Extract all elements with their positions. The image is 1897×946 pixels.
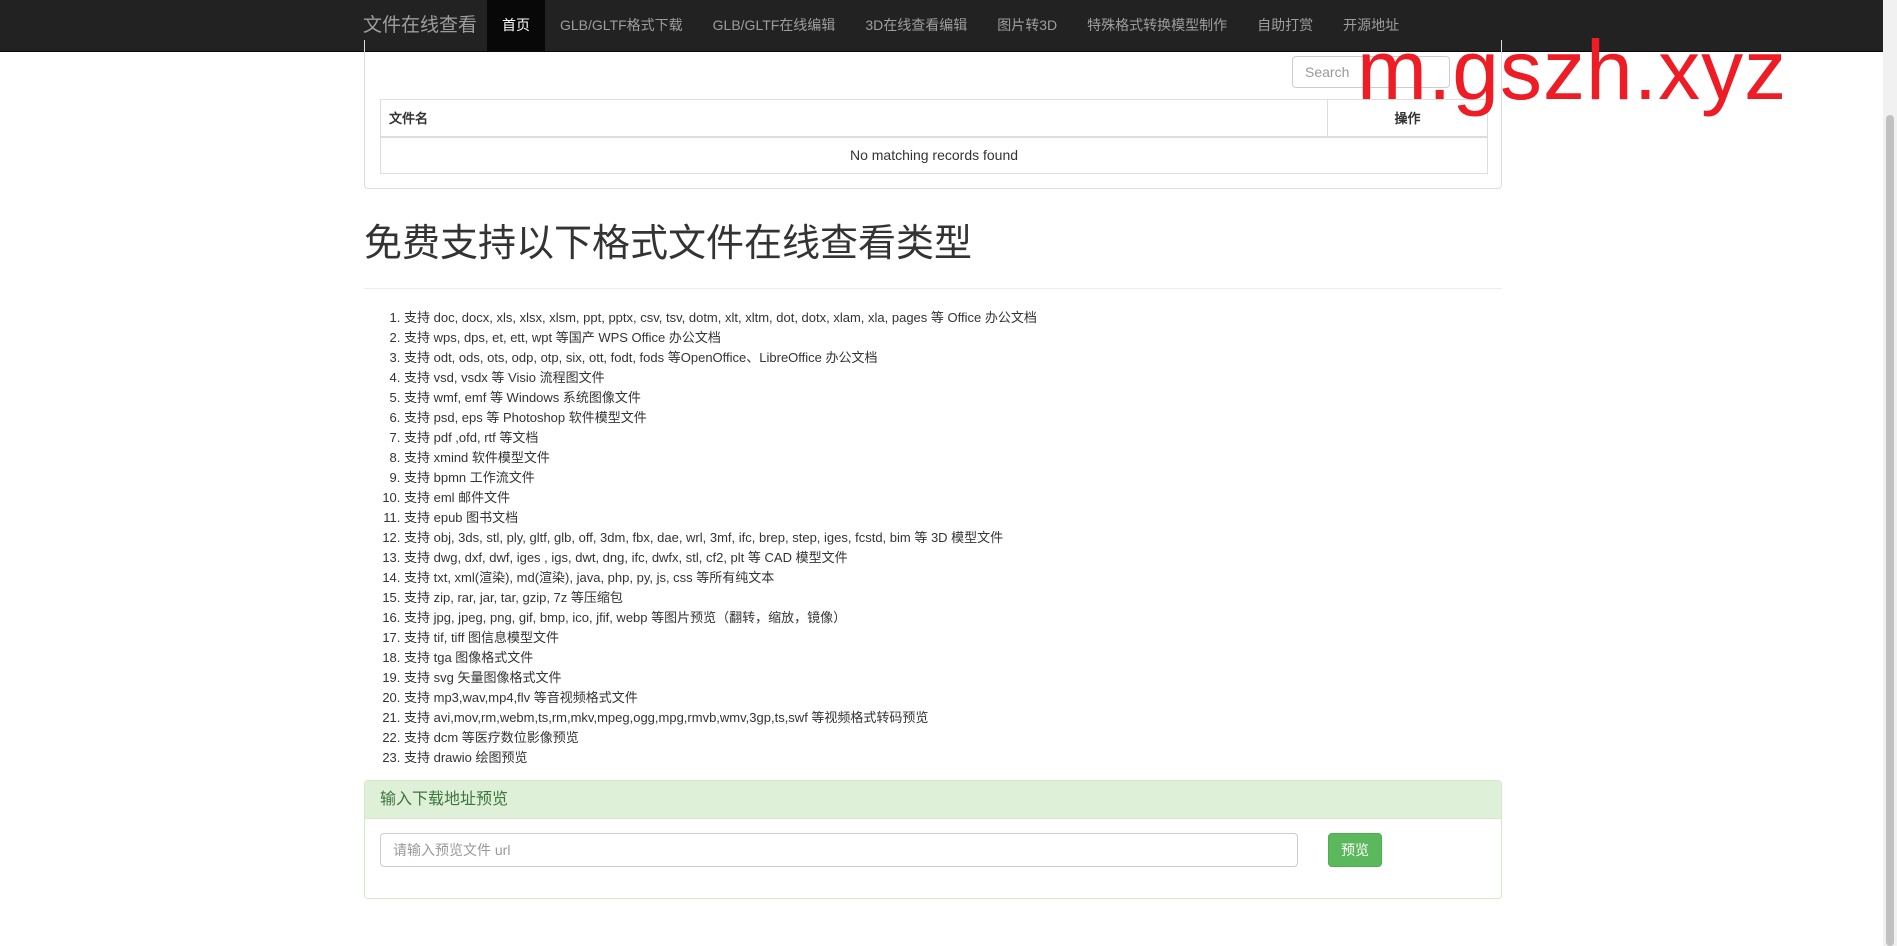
list-item: 支持 xmind 软件模型文件 [404, 448, 1504, 468]
list-item: 支持 pdf ,ofd, rtf 等文档 [404, 428, 1504, 448]
table-row: No matching records found [380, 136, 1488, 174]
column-header-filename[interactable]: 文件名 [380, 99, 1328, 138]
supported-formats-list: 支持 doc, docx, xls, xlsx, xlsm, ppt, pptx… [364, 308, 1504, 768]
list-item: 支持 mp3,wav,mp4,flv 等音视频格式文件 [404, 688, 1504, 708]
table-header-row: 文件名 操作 [380, 99, 1488, 138]
list-item: 支持 eml 邮件文件 [404, 488, 1504, 508]
list-item: 支持 odt, ods, ots, odp, otp, six, ott, fo… [404, 348, 1504, 368]
list-item: 支持 bpmn 工作流文件 [404, 468, 1504, 488]
watermark-text: m.gszh.xyz [1357, 23, 1788, 117]
list-item: 支持 tif, tiff 图信息模型文件 [404, 628, 1504, 648]
file-table: 文件名 操作 No matching records found [380, 99, 1488, 174]
list-item: 支持 obj, 3ds, stl, ply, gltf, glb, off, 3… [404, 528, 1504, 548]
empty-table-message: No matching records found [380, 136, 1488, 174]
list-item: 支持 tga 图像格式文件 [404, 648, 1504, 668]
preview-button[interactable]: 预览 [1328, 833, 1382, 867]
list-item: 支持 svg 矢量图像格式文件 [404, 668, 1504, 688]
list-item: 支持 drawio 绘图预览 [404, 748, 1504, 768]
page-scrollbar[interactable] [1883, 0, 1897, 946]
list-item: 支持 vsd, vsdx 等 Visio 流程图文件 [404, 368, 1504, 388]
list-item: 支持 epub 图书文档 [404, 508, 1504, 528]
list-item: 支持 doc, docx, xls, xlsx, xlsm, ppt, pptx… [404, 308, 1504, 328]
url-panel-heading: 输入下载地址预览 [365, 781, 1501, 819]
list-item: 支持 txt, xml(渲染), md(渲染), java, php, py, … [404, 568, 1504, 588]
list-item: 支持 avi,mov,rm,webm,ts,rm,mkv,mpeg,ogg,mp… [404, 708, 1504, 728]
list-item: 支持 dcm 等医疗数位影像预览 [404, 728, 1504, 748]
page-title: 免费支持以下格式文件在线查看类型 [364, 223, 973, 265]
list-item: 支持 jpg, jpeg, png, gif, bmp, ico, jfif, … [404, 608, 1504, 628]
list-item: 支持 wmf, emf 等 Windows 系统图像文件 [404, 388, 1504, 408]
title-divider [364, 288, 1502, 289]
url-input[interactable] [380, 833, 1298, 867]
list-item: 支持 psd, eps 等 Photoshop 软件模型文件 [404, 408, 1504, 428]
list-item: 支持 zip, rar, jar, tar, gzip, 7z 等压缩包 [404, 588, 1504, 608]
list-item: 支持 dwg, dxf, dwf, iges , igs, dwt, dng, … [404, 548, 1504, 568]
scrollbar-thumb[interactable] [1886, 115, 1894, 946]
list-item: 支持 wps, dps, et, ett, wpt 等国产 WPS Office… [404, 328, 1504, 348]
